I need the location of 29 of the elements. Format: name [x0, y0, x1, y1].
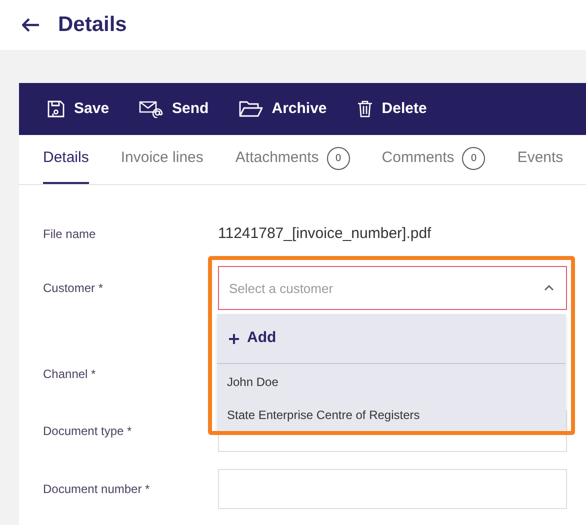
count-badge: 0	[326, 147, 350, 170]
tab[interactable]: Details	[43, 135, 89, 184]
file-name-value: 11241787_[invoice_number].pdf	[218, 224, 432, 244]
trash-icon	[356, 100, 373, 118]
dropdown-option[interactable]: John Doe	[217, 364, 566, 399]
tab[interactable]: Events	[517, 135, 564, 184]
tab[interactable]: Attachments 0	[235, 135, 350, 184]
save-button[interactable]: Save	[35, 92, 122, 126]
add-option[interactable]: Add	[217, 314, 566, 364]
send-button[interactable]: Send	[127, 92, 221, 126]
input-field[interactable]	[218, 469, 567, 509]
field-label: Channel *	[43, 366, 97, 383]
envelope-at-icon	[139, 100, 164, 118]
field-label: File name	[43, 226, 97, 243]
field-label: Document type *	[43, 423, 133, 440]
count-badge: 0	[462, 147, 486, 170]
field-label: Document number *	[43, 481, 151, 498]
delete-button[interactable]: Delete	[344, 92, 439, 126]
plus-icon	[229, 334, 239, 344]
field-label: Customer *	[43, 280, 104, 297]
tab[interactable]: Comments 0	[382, 135, 486, 184]
folder-icon	[238, 100, 263, 118]
tab[interactable]: Invoice lines	[120, 135, 204, 184]
back-arrow-icon[interactable]	[22, 18, 40, 32]
dropdown-option[interactable]: State Enterprise Centre of Registers	[217, 399, 566, 430]
chevron-up-icon	[544, 285, 554, 291]
floppy-disk-icon	[47, 100, 65, 118]
archive-button[interactable]: Archive	[226, 92, 339, 126]
page-title: Details	[58, 12, 127, 38]
